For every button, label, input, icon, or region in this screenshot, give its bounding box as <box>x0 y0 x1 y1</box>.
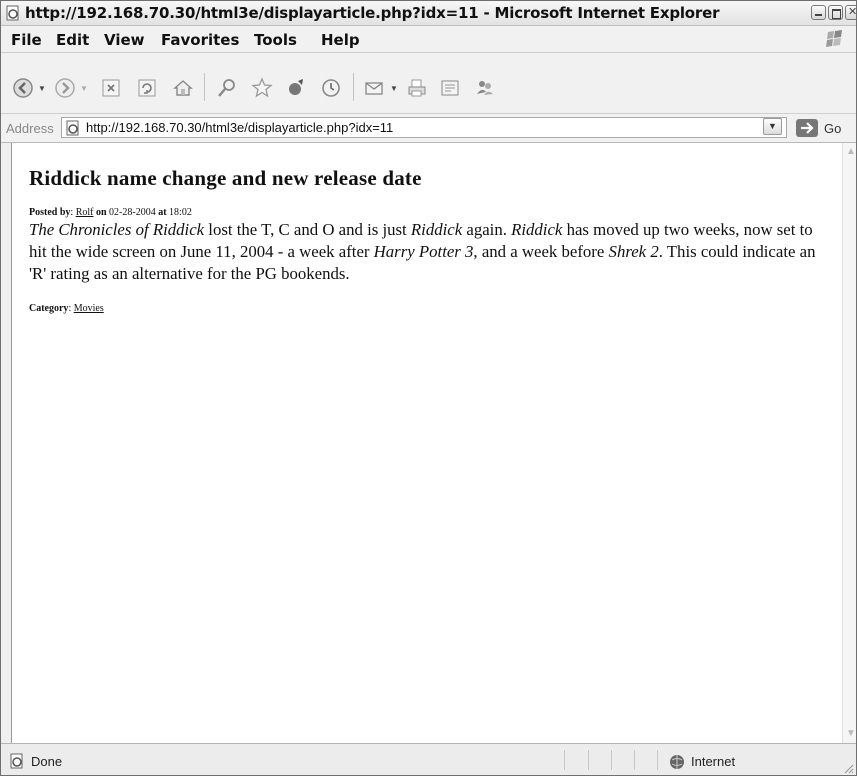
post-time: 18:02 <box>169 207 192 218</box>
resize-grip-icon[interactable] <box>842 762 854 774</box>
go-button[interactable]: Go <box>824 121 841 136</box>
article-category: Category: Movies <box>29 303 104 314</box>
edit-button[interactable] <box>438 76 462 100</box>
title-bar: http://192.168.70.30/html3e/displayartic… <box>1 1 856 26</box>
menu-view[interactable]: View <box>104 31 145 49</box>
body-title-4: Harry Potter 3 <box>373 242 474 261</box>
maximize-button[interactable] <box>828 5 843 20</box>
article-body: The Chronicles of Riddick lost the T, C … <box>29 219 829 285</box>
status-divider <box>611 750 612 770</box>
stop-icon <box>102 79 120 97</box>
home-icon <box>173 80 193 96</box>
status-bar: Done Internet <box>1 743 856 775</box>
address-label: Address <box>6 121 54 136</box>
refresh-icon <box>138 79 156 97</box>
home-button[interactable] <box>171 76 195 100</box>
menu-tools[interactable]: Tools <box>254 31 297 49</box>
mail-button[interactable] <box>363 76 387 100</box>
posted-by-label: Posted by <box>29 207 71 218</box>
refresh-button[interactable] <box>135 76 159 100</box>
window-title: http://192.168.70.30/html3e/displayartic… <box>25 4 720 22</box>
forward-button[interactable] <box>53 76 77 100</box>
close-icon: ✕ <box>848 6 857 18</box>
body-text-2: again. <box>462 220 512 239</box>
ie-page-icon <box>6 5 19 21</box>
menu-edit[interactable]: Edit <box>56 31 89 49</box>
author-link[interactable]: Rolf <box>76 207 94 218</box>
page-done-icon <box>10 753 23 769</box>
back-button[interactable] <box>11 76 35 100</box>
category-label: Category <box>29 303 69 314</box>
menu-bar: File Edit View Favorites Tools Help <box>1 26 856 53</box>
address-url[interactable]: http://192.168.70.30/html3e/displayartic… <box>86 120 393 135</box>
status-divider <box>657 750 658 770</box>
body-title-3: Riddick <box>511 220 563 239</box>
status-divider <box>634 750 635 770</box>
media-button[interactable] <box>284 76 308 100</box>
toolbar-separator <box>204 73 205 101</box>
messenger-icon <box>477 81 493 95</box>
category-link[interactable]: Movies <box>74 303 104 314</box>
menu-help[interactable]: Help <box>321 31 360 49</box>
scroll-down-icon[interactable]: ▼ <box>846 729 856 739</box>
edit-icon <box>441 80 459 96</box>
search-button[interactable] <box>215 76 239 100</box>
body-title-2: Riddick <box>410 220 463 239</box>
body-text-4: , and a week before <box>473 242 609 261</box>
stop-button[interactable] <box>99 76 123 100</box>
print-button[interactable] <box>405 76 429 100</box>
article-meta: Posted by: Rolf on 02-28-2004 at 18:02 <box>29 207 192 218</box>
maximize-icon <box>832 9 841 19</box>
history-icon <box>322 79 340 97</box>
status-divider <box>564 750 565 770</box>
zone-text: Internet <box>691 754 736 769</box>
toolbar: ▼ ▼ ▼ <box>1 53 856 114</box>
minimize-icon <box>815 14 822 16</box>
page-icon <box>66 120 79 136</box>
on-label: on <box>95 207 107 218</box>
scroll-up-icon[interactable]: ▲ <box>846 147 856 157</box>
toolbar-separator <box>353 73 354 101</box>
at-label: at <box>158 207 167 218</box>
forward-icon <box>55 78 75 98</box>
search-icon <box>218 79 235 97</box>
windows-logo-icon <box>826 30 842 47</box>
mail-dropdown-icon[interactable]: ▼ <box>390 84 398 93</box>
back-dropdown-icon[interactable]: ▼ <box>38 84 46 93</box>
browser-window: http://192.168.70.30/html3e/displayartic… <box>0 0 857 776</box>
minimize-button[interactable] <box>811 5 826 20</box>
address-input[interactable]: http://192.168.70.30/html3e/displayartic… <box>61 117 787 138</box>
status-text: Done <box>31 754 63 769</box>
menu-favorites[interactable]: Favorites <box>161 31 239 49</box>
address-dropdown-icon[interactable]: ▼ <box>763 118 782 135</box>
back-icon <box>13 78 33 98</box>
forward-dropdown-icon[interactable]: ▼ <box>80 84 88 93</box>
media-icon <box>289 79 303 95</box>
body-text-1: lost the T, C and O and is just <box>204 220 411 239</box>
page-content: Riddick name change and new release date… <box>11 143 843 743</box>
body-title-1: The Chronicles of Riddick <box>29 220 205 239</box>
print-icon <box>408 79 426 97</box>
body-title-5: Shrek 2 <box>608 242 659 261</box>
favorites-icon <box>251 77 273 98</box>
post-date: 02-28-2004 <box>109 207 156 218</box>
status-divider <box>588 750 589 770</box>
favorites-button[interactable] <box>250 76 274 100</box>
internet-zone-icon <box>670 755 684 769</box>
history-button[interactable] <box>319 76 343 100</box>
close-button[interactable]: ✕ <box>845 5 857 20</box>
article: Riddick name change and new release date… <box>29 166 829 314</box>
messenger-button[interactable] <box>473 76 497 100</box>
mail-icon <box>365 82 383 95</box>
vertical-scrollbar[interactable]: ▲ ▼ <box>842 143 856 743</box>
menu-file[interactable]: File <box>11 31 42 49</box>
address-bar: Address http://192.168.70.30/html3e/disp… <box>1 114 856 143</box>
go-arrow-icon[interactable] <box>795 118 819 138</box>
article-title: Riddick name change and new release date <box>29 166 422 190</box>
